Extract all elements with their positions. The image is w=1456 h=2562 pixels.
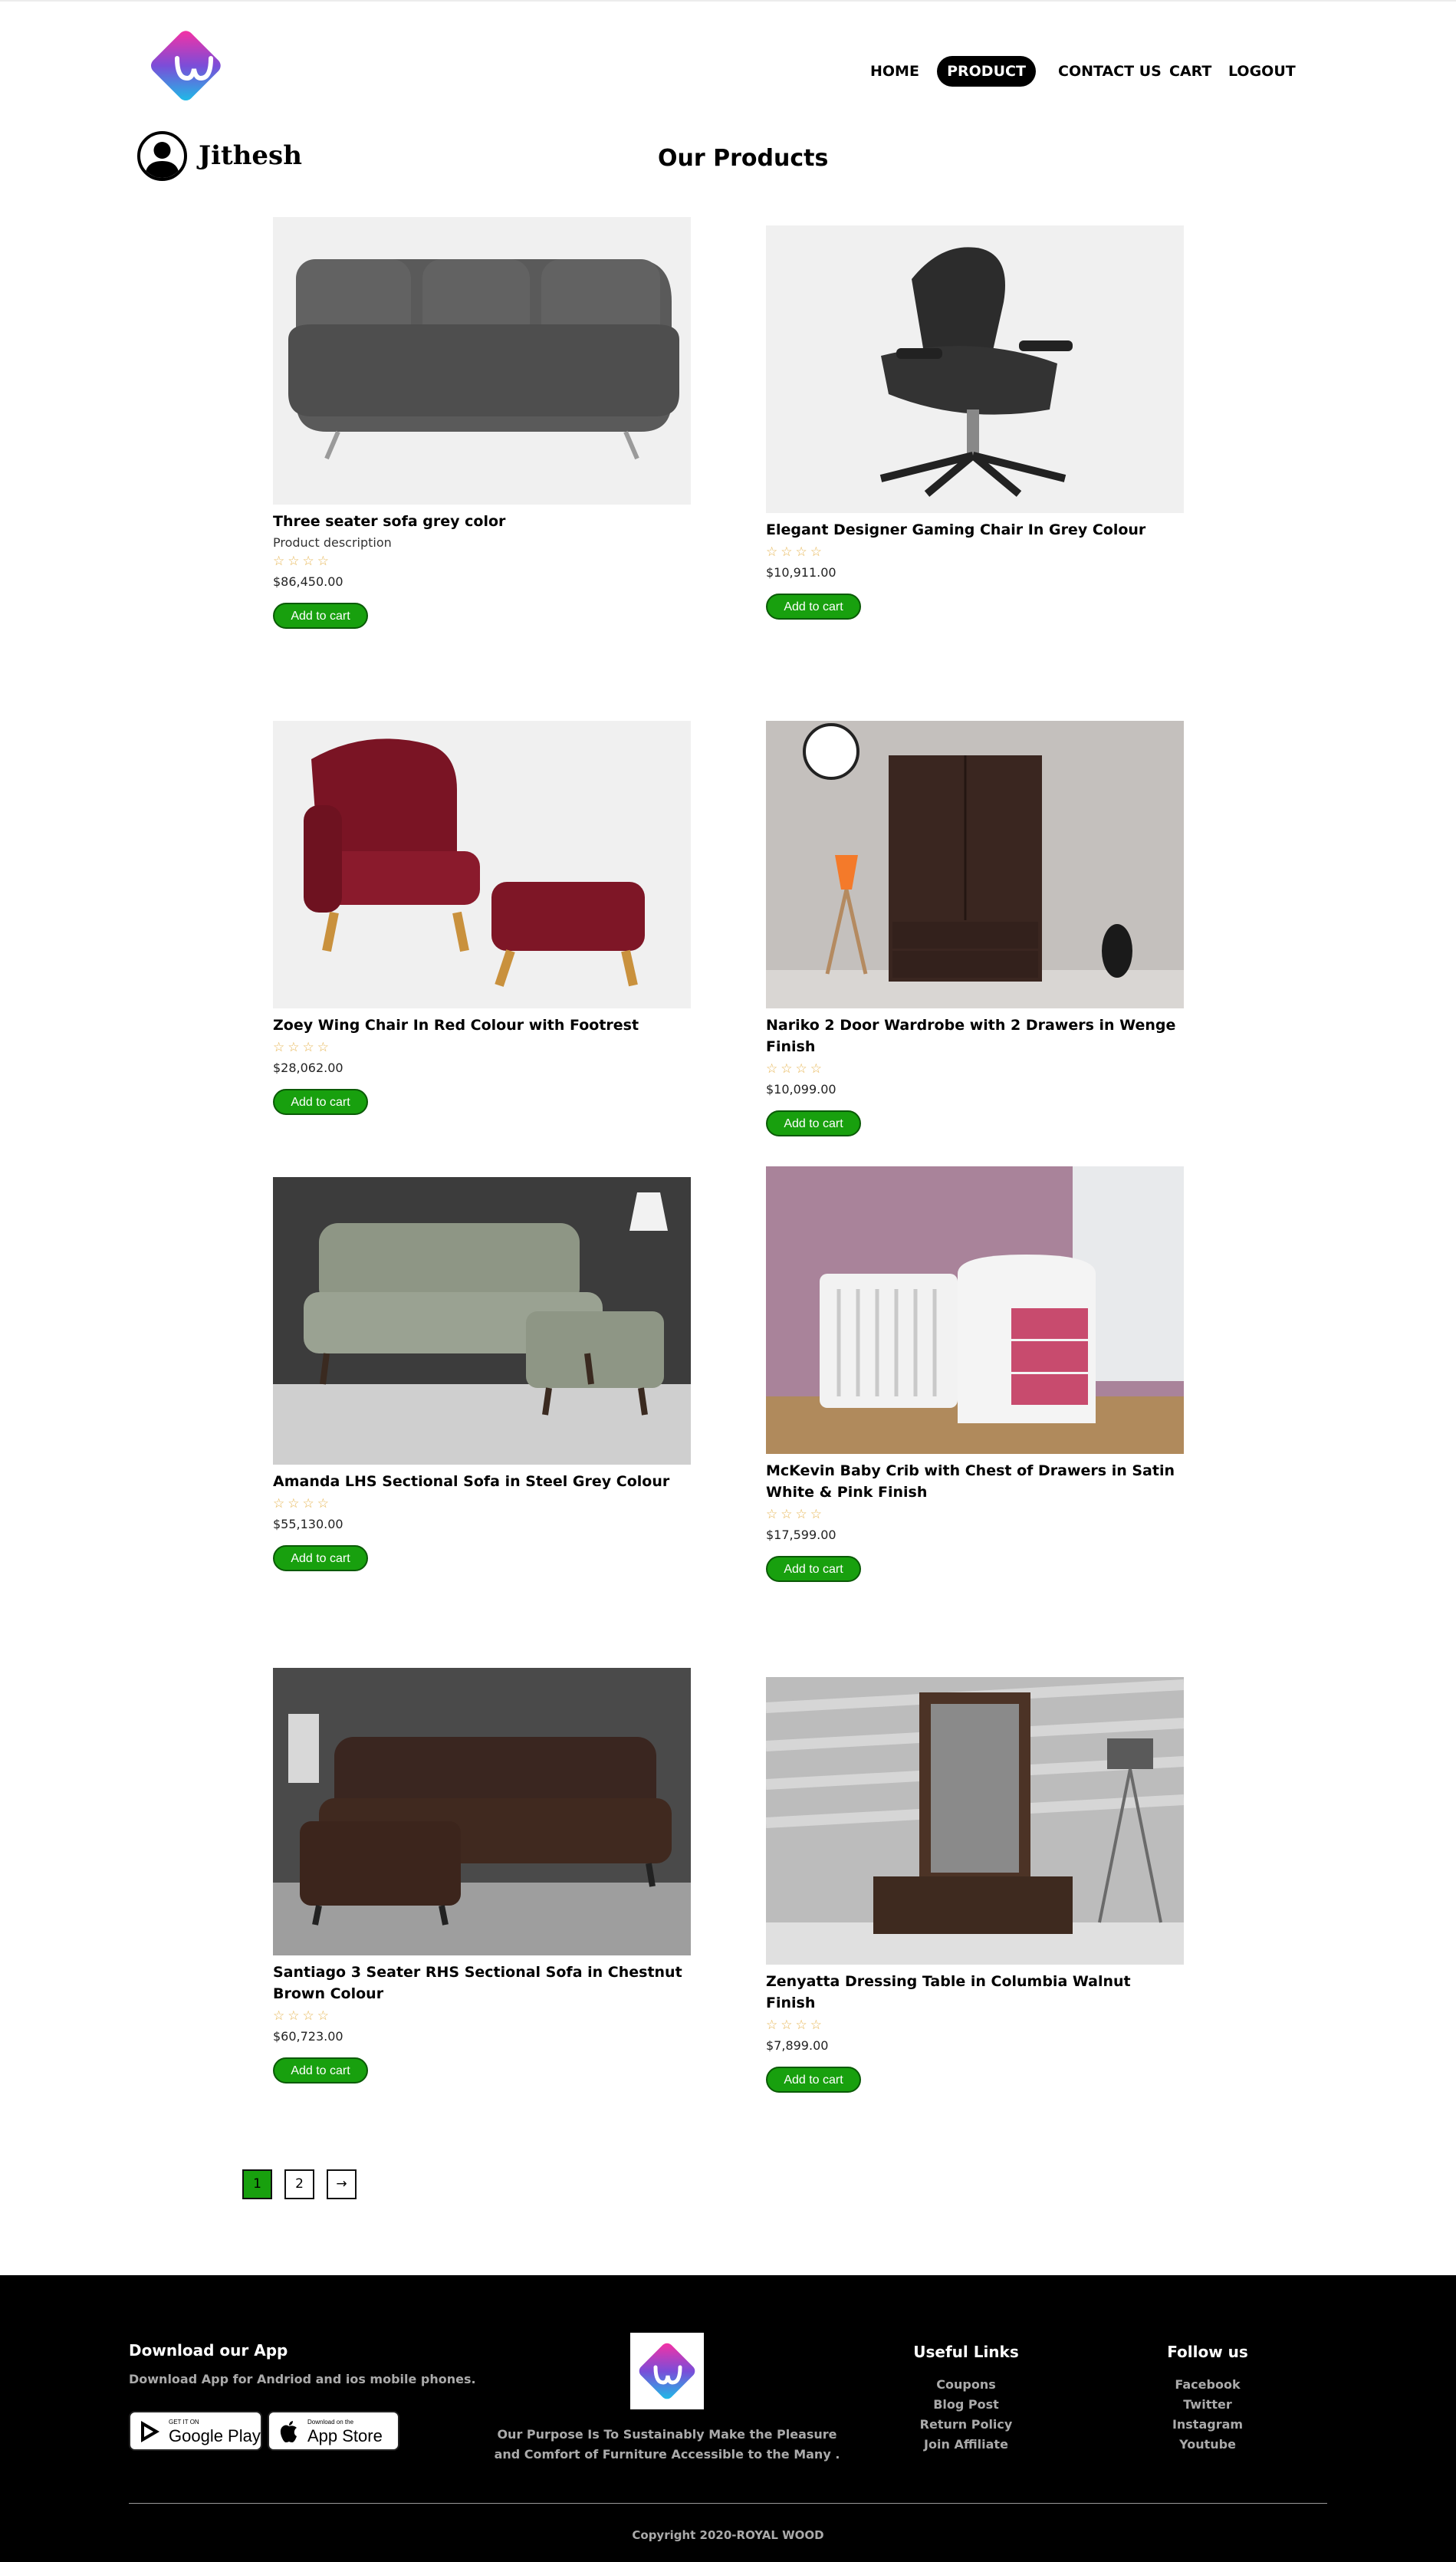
- product-price: $55,130.00: [273, 1517, 343, 1531]
- useful-links-title: Useful Links: [913, 2343, 1019, 2361]
- download-app-title: Download our App: [129, 2341, 288, 2360]
- product-price: $17,599.00: [766, 1528, 836, 1542]
- google-play-button[interactable]: GET IT ON Google Play: [129, 2411, 262, 2451]
- username: Jithesh: [199, 140, 302, 171]
- rating-stars: ☆☆☆☆: [273, 1496, 332, 1511]
- add-to-cart-button[interactable]: Add to cart: [766, 1556, 861, 1582]
- add-to-cart-button[interactable]: Add to cart: [273, 2057, 368, 2083]
- rating-stars: ☆☆☆☆: [273, 1040, 332, 1055]
- main-nav: HOME PRODUCT CONTACT US CART LOGOUT: [0, 56, 1456, 87]
- product-card: Nariko 2 Door Wardrobe with 2 Drawers in…: [766, 721, 1184, 1136]
- user-avatar[interactable]: [137, 131, 187, 181]
- product-image[interactable]: [273, 1177, 691, 1465]
- product-name[interactable]: Santiago 3 Seater RHS Sectional Sofa in …: [273, 1962, 691, 2005]
- product-name[interactable]: Elegant Designer Gaming Chair In Grey Co…: [766, 519, 1184, 541]
- product-name[interactable]: Nariko 2 Door Wardrobe with 2 Drawers in…: [766, 1015, 1184, 1057]
- product-name[interactable]: Amanda LHS Sectional Sofa in Steel Grey …: [273, 1471, 691, 1492]
- product-image[interactable]: [273, 1668, 691, 1955]
- nav-product[interactable]: PRODUCT: [937, 56, 1036, 87]
- product-price: $10,911.00: [766, 565, 836, 580]
- product-image[interactable]: [766, 1677, 1184, 1965]
- product-price: $10,099.00: [766, 1082, 836, 1097]
- nav-contact-us[interactable]: CONTACT US: [1058, 56, 1162, 87]
- rating-stars: ☆☆☆☆: [766, 2018, 825, 2033]
- link-twitter[interactable]: Twitter: [1150, 2395, 1265, 2415]
- add-to-cart-button[interactable]: Add to cart: [273, 603, 368, 629]
- grey-sofa-image: [273, 217, 691, 505]
- product-card: Amanda LHS Sectional Sofa in Steel Grey …: [273, 1177, 691, 1571]
- baby-crib-image: [766, 1166, 1184, 1454]
- follow-us-title: Follow us: [1167, 2343, 1248, 2361]
- red-wing-chair-image: [273, 721, 691, 1008]
- app-store-label: App Store: [307, 2426, 383, 2445]
- page-1-button[interactable]: 1: [242, 2169, 272, 2199]
- copyright: Copyright 2020-ROYAL WOOD: [632, 2528, 824, 2542]
- rating-stars: ☆☆☆☆: [766, 1507, 825, 1522]
- link-return-policy[interactable]: Return Policy: [905, 2415, 1027, 2435]
- product-name[interactable]: Three seater sofa grey color: [273, 511, 691, 532]
- google-play-label: Google Play: [169, 2426, 261, 2445]
- nav-home[interactable]: HOME: [870, 56, 919, 87]
- product-card: Santiago 3 Seater RHS Sectional Sofa in …: [273, 1668, 691, 2083]
- sectional-brown-image: [273, 1668, 691, 1955]
- site-footer: Download our App Download App for Andrio…: [0, 2275, 1456, 2562]
- product-price: $7,899.00: [766, 2038, 829, 2053]
- link-coupons[interactable]: Coupons: [905, 2375, 1027, 2395]
- rating-stars: ☆☆☆☆: [273, 2008, 332, 2024]
- product-price: $86,450.00: [273, 574, 343, 589]
- product-image[interactable]: [766, 225, 1184, 513]
- link-youtube[interactable]: Youtube: [1150, 2435, 1265, 2455]
- product-name[interactable]: McKevin Baby Crib with Chest of Drawers …: [766, 1460, 1184, 1503]
- product-card: Zenyatta Dressing Table in Columbia Waln…: [766, 1677, 1184, 2093]
- follow-us: Follow us Facebook Twitter Instagram You…: [1150, 2343, 1265, 2455]
- add-to-cart-button[interactable]: Add to cart: [766, 594, 861, 620]
- app-store-small-label: Download on the: [307, 2419, 354, 2426]
- footer-divider: [129, 2503, 1327, 2504]
- product-image[interactable]: [766, 1166, 1184, 1454]
- page-2-button[interactable]: 2: [284, 2169, 314, 2199]
- link-join-affiliate[interactable]: Join Affiliate: [905, 2435, 1027, 2455]
- footer-logo[interactable]: [630, 2333, 704, 2409]
- product-description: Product description: [273, 535, 392, 550]
- product-card: Zoey Wing Chair In Red Colour with Footr…: [273, 721, 691, 1115]
- link-blog-post[interactable]: Blog Post: [905, 2395, 1027, 2415]
- product-name[interactable]: Zenyatta Dressing Table in Columbia Waln…: [766, 1971, 1184, 2014]
- sectional-grey-image: [273, 1177, 691, 1465]
- add-to-cart-button[interactable]: Add to cart: [273, 1089, 368, 1115]
- google-play-icon: [141, 2421, 159, 2442]
- add-to-cart-button[interactable]: Add to cart: [766, 2067, 861, 2093]
- product-name[interactable]: Zoey Wing Chair In Red Colour with Footr…: [273, 1015, 691, 1036]
- top-border: [0, 0, 1456, 2]
- product-price: $60,723.00: [273, 2029, 343, 2044]
- nav-logout[interactable]: LOGOUT: [1228, 56, 1296, 87]
- rating-stars: ☆☆☆☆: [766, 544, 825, 560]
- product-image[interactable]: [766, 721, 1184, 1008]
- google-play-small-label: GET IT ON: [169, 2419, 199, 2426]
- product-image[interactable]: [273, 217, 691, 505]
- app-store-button[interactable]: Download on the App Store: [268, 2411, 399, 2451]
- rating-stars: ☆☆☆☆: [273, 554, 332, 569]
- wardrobe-image: [766, 721, 1184, 1008]
- purpose-text: Our Purpose Is To Sustainably Make the P…: [494, 2427, 840, 2462]
- apple-icon: [280, 2421, 297, 2442]
- download-app-description: Download App for Andriod and ios mobile …: [129, 2372, 476, 2386]
- product-price: $28,062.00: [273, 1061, 343, 1075]
- add-to-cart-button[interactable]: Add to cart: [766, 1110, 861, 1136]
- rating-stars: ☆☆☆☆: [766, 1061, 825, 1077]
- product-card: Elegant Designer Gaming Chair In Grey Co…: [766, 225, 1184, 620]
- link-facebook[interactable]: Facebook: [1150, 2375, 1265, 2395]
- product-card: McKevin Baby Crib with Chest of Drawers …: [766, 1166, 1184, 1582]
- link-instagram[interactable]: Instagram: [1150, 2415, 1265, 2435]
- product-image[interactable]: [273, 721, 691, 1008]
- dressing-table-image: [766, 1677, 1184, 1965]
- useful-links: Useful Links Coupons Blog Post Return Po…: [905, 2343, 1027, 2455]
- product-card: Three seater sofa grey color Product des…: [273, 217, 691, 629]
- gaming-chair-image: [766, 225, 1184, 513]
- nav-cart[interactable]: CART: [1169, 56, 1211, 87]
- user-icon: [145, 142, 179, 178]
- add-to-cart-button[interactable]: Add to cart: [273, 1545, 368, 1571]
- next-page-button[interactable]: →: [327, 2169, 357, 2199]
